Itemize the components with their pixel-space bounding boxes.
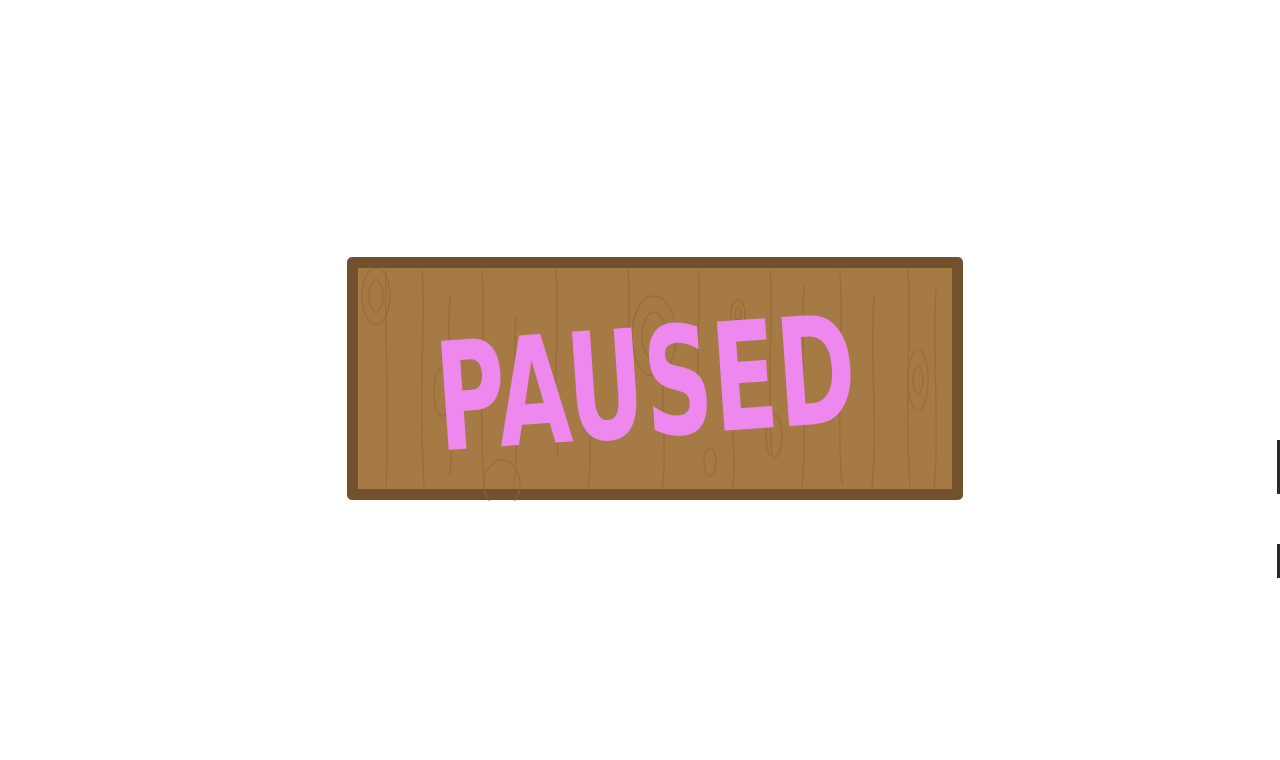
paused-title: PAUSED bbox=[430, 284, 861, 487]
game-canvas: PAUSED bbox=[0, 0, 1280, 760]
wooden-sign-graphic: PAUSED bbox=[347, 257, 963, 501]
paused-sign: PAUSED bbox=[346, 256, 964, 501]
